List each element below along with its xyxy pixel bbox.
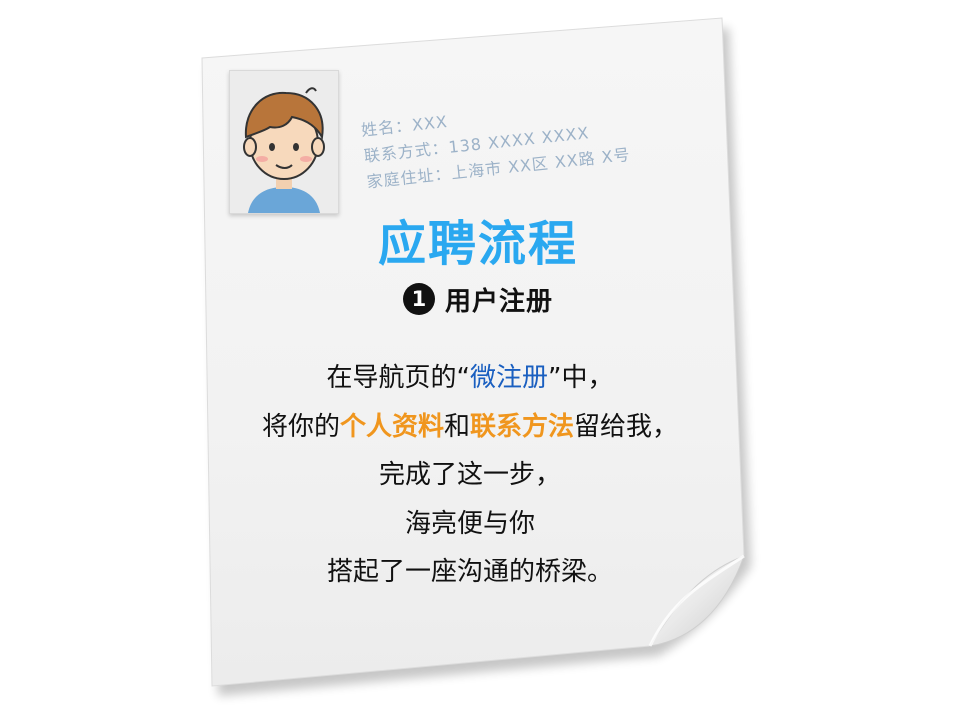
body-line-3: 完成了这一步， [378,460,561,490]
body-line-2-pre: 将你的 [261,411,340,442]
step-label: 用户注册 [444,286,553,317]
body-line-1-post: ”中， [548,363,614,393]
filled-circle-number-icon: 1 [402,283,435,315]
body-line-2: 将你的个人资料和联系方法留给我， [200,403,740,452]
highlight-personal-info: 个人资料 [339,411,444,442]
body-line-2-mid: 和 [443,411,470,442]
highlight-micro-register: 微注册 [469,363,548,393]
body-line-4: 海亮便与你 [404,508,535,539]
body-line-1-pre: 在导航页的“ [326,363,470,393]
body-line-5: 搭起了一座沟通的桥梁。 [326,557,613,587]
body-text: 在导航页的“微注册”中， 将你的个人资料和联系方法留给我， 完成了这一步， 海亮… [200,354,740,597]
slide: 姓名：XXX 联系方式：138 XXXX XXXX 家庭住址：上海市 XX区 X… [0,0,960,724]
highlight-contact-method: 联系方法 [470,411,575,442]
body-line-2-post: 留给我， [574,411,679,442]
step-heading: 1 用户注册 [370,279,586,319]
profile-photo-card [229,70,339,214]
body-line-1: 在导航页的“微注册”中， [200,354,740,403]
cartoon-boy-avatar-icon [243,87,325,213]
page-title: 应聘流程 [377,216,578,272]
